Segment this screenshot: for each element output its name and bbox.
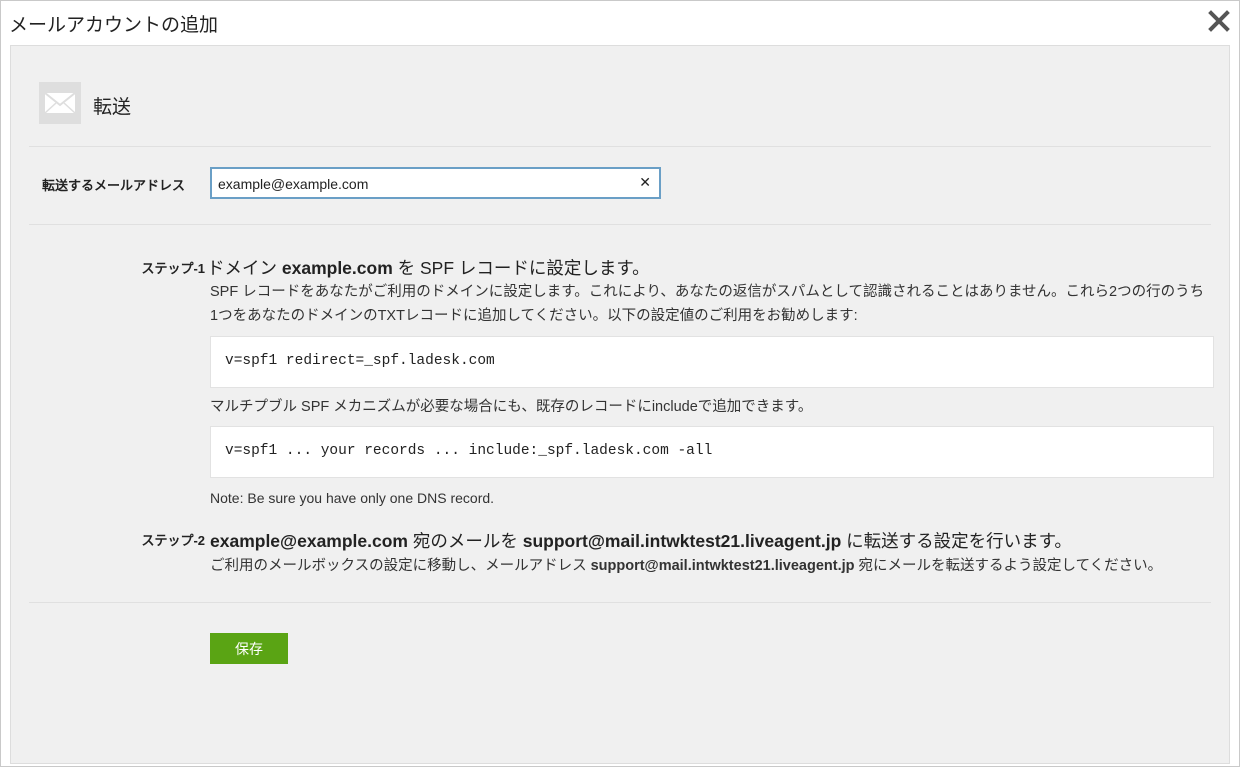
close-icon[interactable] <box>1205 7 1233 35</box>
save-button[interactable]: 保存 <box>210 633 288 664</box>
step2-support-email-inline: support@mail.intwktest21.liveagent.jp <box>590 558 855 574</box>
step1-description-line2: 1つをあなたのドメインのTXTレコードに追加してください。以下の設定値のご利用を… <box>210 308 858 324</box>
step1-description-line1: SPF レコードをあなたがご利用のドメインに設定します。これにより、あなたの返信… <box>210 284 1205 300</box>
divider <box>29 224 1211 225</box>
step2-email: example@example.com <box>210 531 408 551</box>
step1-multi-text: マルチプブル SPF メカニズムが必要な場合にも、既存のレコードにinclude… <box>210 399 813 415</box>
forward-email-field[interactable]: ✕ <box>210 167 661 199</box>
clear-icon[interactable]: ✕ <box>639 174 651 191</box>
dialog-titlebar: メールアカウントの追加 <box>1 1 1239 45</box>
dialog-title: メールアカウントの追加 <box>9 15 219 36</box>
spf-record-code-2[interactable]: v=spf1 ... your records ... include:_spf… <box>210 426 1214 478</box>
dialog-content: 転送 転送するメールアドレス ✕ ステップ-1 ドメイン example.com… <box>10 45 1230 764</box>
step2-label: ステップ-2 <box>141 533 205 548</box>
step1-heading: ドメイン example.com を SPF レコードに設定します。 <box>207 258 650 278</box>
step2-support-email: support@mail.intwktest21.liveagent.jp <box>522 531 842 551</box>
divider <box>29 602 1211 603</box>
step1-domain: example.com <box>281 258 393 278</box>
step2-heading: example@example.com 宛のメールを support@mail.… <box>210 531 1072 551</box>
forward-email-input[interactable] <box>218 174 618 194</box>
mail-icon <box>39 82 81 124</box>
dialog-window: メールアカウントの追加 転送 転送するメールアドレス ✕ ステップ <box>0 0 1240 767</box>
forward-email-label: 転送するメールアドレス <box>41 178 185 193</box>
step1-label: ステップ-1 <box>141 261 205 276</box>
spf-record-code-1[interactable]: v=spf1 redirect=_spf.ladesk.com <box>210 336 1214 388</box>
step2-description: ご利用のメールボックスの設定に移動し、メールアドレス support@mail.… <box>210 558 1163 574</box>
spf-record-text-2: v=spf1 ... your records ... include:_spf… <box>225 443 713 459</box>
dns-note: Note: Be sure you have only one DNS reco… <box>210 490 495 506</box>
section-title: 転送 <box>93 97 132 118</box>
divider <box>29 146 1211 147</box>
spf-record-text-1: v=spf1 redirect=_spf.ladesk.com <box>225 353 495 369</box>
